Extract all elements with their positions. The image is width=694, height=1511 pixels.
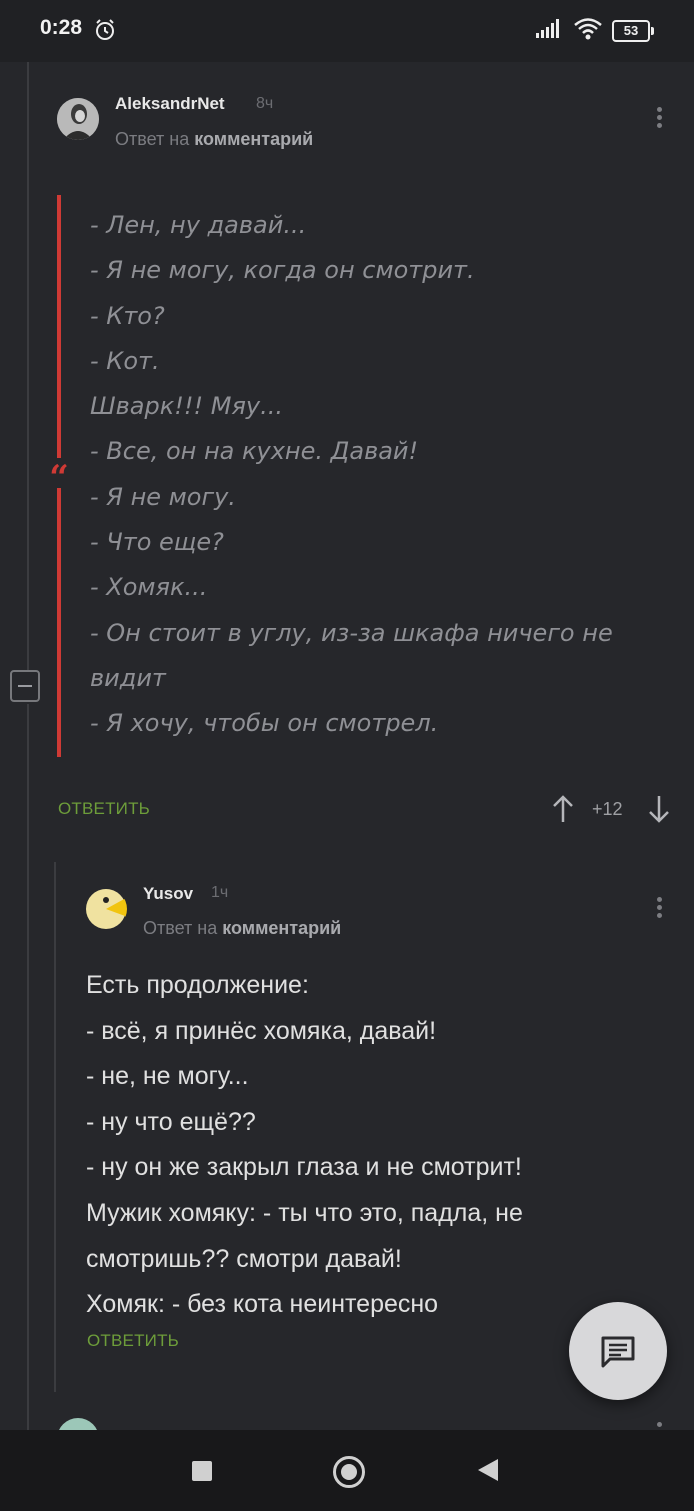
quote-line: - Кто? [90,301,165,330]
quote-line: видит [90,663,166,692]
quote-line: Шварк!!! Мяу... [90,392,283,421]
comment-line: - ну он же закрыл глаза и не смотрит! [86,1153,522,1182]
arrow-down-icon[interactable] [648,794,670,824]
quote-line: - Он стоит в углу, из-за шкафа ничего не [90,618,613,647]
quote-line: - Я не могу, когда он смотрит. [90,256,475,285]
nav-home-icon[interactable] [333,1456,365,1488]
timestamp: 8ч [256,95,274,112]
status-bar: 0:28 53 [0,0,694,62]
reply-to-link[interactable]: комментарий [194,129,313,149]
reply-to-prefix: Ответ на [143,918,218,938]
nav-recents-icon[interactable] [192,1461,212,1481]
status-time: 0:28 [40,16,83,39]
quote-line: - Кот. [90,346,160,375]
comment-fab-button[interactable] [569,1302,667,1400]
comment-line: - не, не могу... [86,1062,249,1091]
quote-line: - Я не могу. [90,482,236,511]
quote-line: - Лен, ну давай... [90,211,307,239]
reply-to-prefix: Ответ на [115,129,190,149]
comment-body: Есть продолжение: - всё, я принёс хомяка… [86,963,646,1328]
thread-line [54,862,56,1392]
wifi-icon [574,18,602,40]
username[interactable]: AleksandrNet [115,94,225,114]
next-comment-avatar[interactable] [57,1418,99,1430]
alarm-icon [96,19,114,40]
quote-icon: “ [48,458,70,498]
nav-back-icon[interactable] [478,1459,498,1481]
more-menu-icon[interactable] [655,104,663,131]
reply-to: Ответ на комментарий [143,918,341,939]
rating-count: +12 [592,799,623,819]
quote-line: - Что еще? [90,528,224,557]
more-menu-icon[interactable] [655,1419,663,1430]
reply-to: Ответ на комментарий [115,129,313,150]
reply-button[interactable]: ОТВЕТИТЬ [87,1331,179,1351]
quote-block: - Лен, ну давай... - Я не могу, когда он… [90,203,650,747]
quote-line: - Я хочу, чтобы он смотрел. [90,709,439,738]
avatar[interactable] [57,98,99,140]
battery-icon: 53 [612,20,654,42]
avatar[interactable] [85,888,127,930]
system-nav-bar [0,1430,694,1511]
quote-line: - Хомяк... [90,573,208,602]
thread-line [27,704,29,1430]
thread-line [27,62,29,670]
comment-line: - ну что ещё?? [86,1107,256,1136]
reply-button[interactable]: ОТВЕТИТЬ [58,799,150,819]
arrow-up-icon[interactable] [552,794,574,824]
comment-line: смотришь?? смотри давай! [86,1244,402,1273]
collapse-icon[interactable] [10,670,40,702]
username[interactable]: Yusov [143,884,193,904]
signal-icon [536,19,559,38]
comment-fab-icon [601,1336,635,1368]
comment-line: - всё, я принёс хомяка, давай! [86,1016,437,1045]
quote-line: - Все, он на кухне. Давай! [90,437,419,466]
comment-line: Хомяк: - без кота неинтересно [86,1290,439,1319]
timestamp: 1ч [211,884,229,901]
comment-line: Есть продолжение: [86,971,309,999]
more-menu-icon[interactable] [655,894,663,921]
comment-line: Мужик хомяку: - ты что это, падла, не [86,1198,523,1227]
reply-to-link[interactable]: комментарий [222,918,341,938]
